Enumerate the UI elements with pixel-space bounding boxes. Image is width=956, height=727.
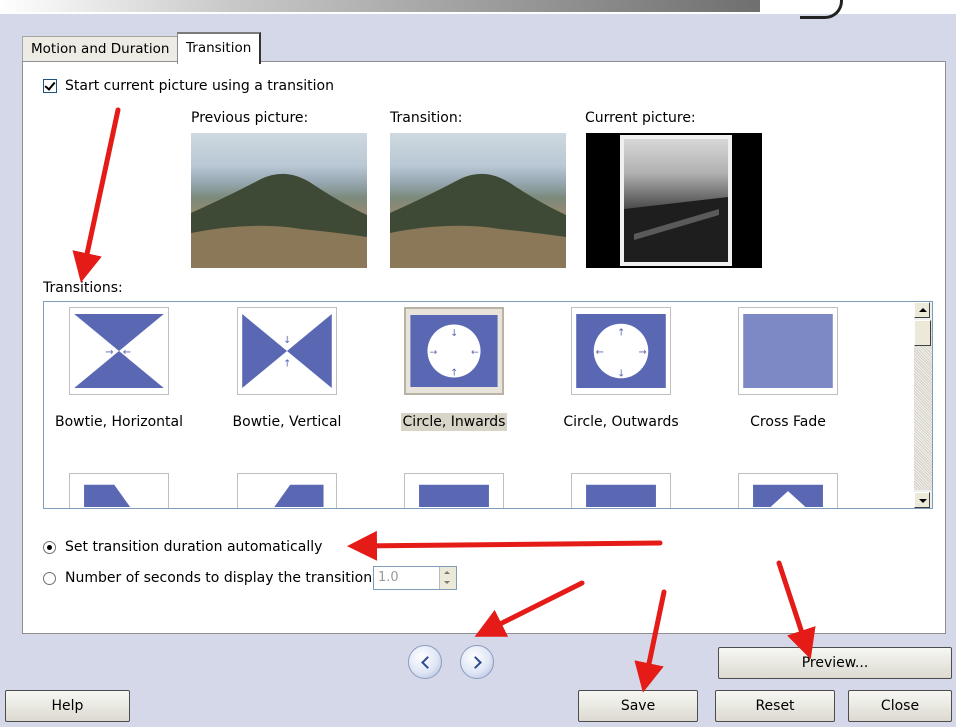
bowtie-vertical-icon: ↓ ↑: [237, 307, 337, 395]
chevron-left-icon: [421, 656, 434, 669]
bowtie-horizontal-icon: → ←: [69, 307, 169, 395]
svg-text:→: →: [639, 347, 647, 358]
seconds-value: 1.0: [378, 570, 399, 585]
transition-item[interactable]: [379, 468, 529, 508]
spinner-up-button[interactable]: [439, 567, 456, 578]
transition-item[interactable]: → ← Bowtie, Horizontal: [44, 302, 194, 442]
svg-text:↑: ↑: [283, 359, 291, 370]
transition-preview-label: Transition:: [390, 110, 463, 126]
transition-item[interactable]: Cross Fade: [713, 302, 863, 442]
transition-thumbnail-icon: [69, 473, 169, 508]
transition-preview: [390, 133, 566, 268]
transition-item[interactable]: ↓ ↑ Bowtie, Vertical: [212, 302, 362, 442]
preview-button[interactable]: Preview...: [718, 647, 952, 679]
transition-label: Circle, Inwards: [400, 413, 508, 431]
start-transition-label: Start current picture using a transition: [65, 78, 334, 94]
transition-label: Bowtie, Vertical: [232, 414, 342, 430]
current-picture-label: Current picture:: [585, 110, 696, 126]
circle-outwards-icon: ↑ ↓ ← →: [571, 307, 671, 395]
start-transition-row[interactable]: Start current picture using a transition: [43, 78, 334, 94]
svg-text:←: ←: [471, 347, 479, 358]
auto-duration-label: Set transition duration automatically: [65, 539, 323, 555]
banner-gradient: [0, 0, 760, 12]
scroll-down-button[interactable]: [914, 492, 930, 508]
previous-picture-preview: [191, 133, 367, 268]
transition-item[interactable]: [546, 468, 696, 508]
svg-text:↓: ↓: [617, 368, 625, 379]
auto-duration-radio[interactable]: [43, 540, 56, 554]
tab-transition[interactable]: Transition: [177, 32, 262, 64]
manual-duration-label: Number of seconds to display the transit…: [65, 570, 373, 586]
previous-picture-label: Previous picture:: [191, 110, 309, 126]
svg-text:↑: ↑: [450, 368, 458, 379]
transition-item[interactable]: [713, 468, 863, 508]
scroll-up-arrow-icon: [919, 308, 927, 312]
tab-motion-and-duration[interactable]: Motion and Duration: [22, 36, 179, 62]
transition-thumbnail-icon: [738, 473, 838, 508]
svg-text:→: →: [429, 347, 437, 358]
svg-text:←: ←: [596, 347, 604, 358]
spinner-down-button[interactable]: [439, 578, 456, 589]
svg-text:↑: ↑: [617, 327, 625, 338]
transitions-scrollbar[interactable]: [914, 302, 932, 508]
svg-text:↓: ↓: [283, 335, 291, 346]
svg-text:←: ←: [123, 347, 131, 358]
transition-panel: Start current picture using a transition…: [22, 61, 946, 634]
current-picture-preview: [586, 133, 762, 268]
close-button[interactable]: Close: [848, 690, 952, 722]
transition-label: Circle, Outwards: [563, 414, 679, 430]
scroll-down-arrow-icon: [919, 499, 927, 503]
transition-item[interactable]: ↑ ↓ ← → Circle, Outwards: [546, 302, 696, 442]
manual-duration-radio[interactable]: [43, 571, 56, 585]
svg-text:→: →: [105, 347, 113, 358]
transitions-grid: → ← Bowtie, Horizontal ↓ ↑ Bowtie, Verti…: [44, 302, 914, 508]
banner-text-fragment: [800, 0, 843, 19]
transition-label: Bowtie, Horizontal: [55, 414, 183, 430]
scroll-up-button[interactable]: [914, 302, 930, 318]
transition-thumbnail-icon: [404, 473, 504, 508]
auto-duration-row[interactable]: Set transition duration automatically: [43, 539, 322, 555]
previous-picture-button[interactable]: [408, 645, 442, 679]
transition-label: Cross Fade: [750, 414, 826, 430]
cross-fade-icon: [738, 307, 838, 395]
manual-duration-row[interactable]: Number of seconds to display the transit…: [43, 570, 372, 586]
help-button[interactable]: Help: [5, 690, 130, 722]
circle-inwards-icon: ↓ ↑ → ←: [404, 307, 504, 395]
transition-thumbnail-icon: [237, 473, 337, 508]
top-banner: [0, 0, 956, 19]
transitions-label: Transitions:: [43, 280, 123, 296]
start-transition-checkbox[interactable]: [43, 79, 57, 93]
reset-button[interactable]: Reset: [715, 690, 835, 722]
transition-thumbnail-icon: [571, 473, 671, 508]
transition-item[interactable]: [44, 468, 194, 508]
current-photo: [624, 139, 728, 262]
chevron-right-icon: [469, 656, 482, 669]
transition-item[interactable]: [212, 468, 362, 508]
scrollbar-thumb[interactable]: [914, 320, 931, 346]
seconds-spinner[interactable]: 1.0: [373, 566, 457, 590]
transitions-list[interactable]: → ← Bowtie, Horizontal ↓ ↑ Bowtie, Verti…: [43, 301, 933, 509]
transition-item[interactable]: ↓ ↑ → ← Circle, Inwards: [379, 302, 529, 442]
save-button[interactable]: Save: [578, 690, 698, 722]
next-picture-button[interactable]: [460, 645, 494, 679]
current-photo-frame: [620, 135, 732, 266]
svg-text:↓: ↓: [450, 328, 458, 339]
